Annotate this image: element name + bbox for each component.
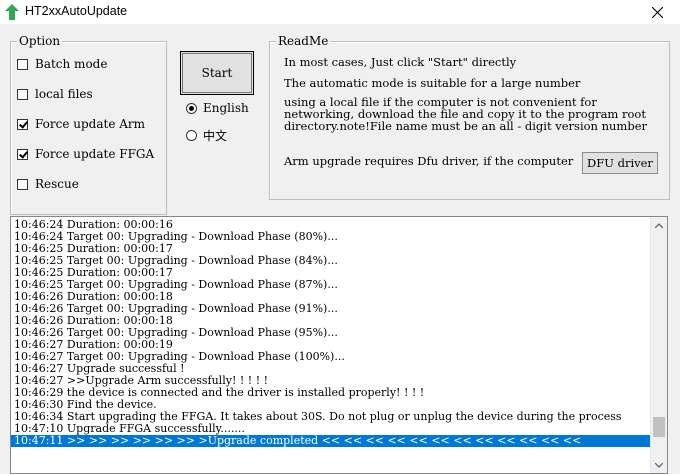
- radio-label: English: [203, 101, 249, 115]
- radio-dot: [186, 102, 197, 114]
- log-line[interactable]: 10:46:25 Target 00: Upgrading - Download…: [11, 255, 651, 267]
- readme-line: The automatic mode is suitable for a lar…: [284, 76, 581, 90]
- scroll-thumb[interactable]: [653, 417, 665, 437]
- chinese-radio[interactable]: 中文: [186, 127, 227, 143]
- log-list[interactable]: 10:46:24 Duration: 00:00:16 10:46:24 Tar…: [10, 216, 668, 474]
- log-line[interactable]: 10:47:10 Upgrade FFGA successfully......…: [11, 423, 651, 435]
- rescue-checkbox[interactable]: Rescue: [17, 176, 79, 192]
- force-update-ffga-checkbox[interactable]: Force update FFGA: [17, 146, 154, 162]
- chevron-down-icon: [655, 462, 663, 468]
- log-line[interactable]: 10:46:25 Target 00: Upgrading - Download…: [11, 279, 651, 291]
- checkbox-box: [17, 88, 28, 100]
- vertical-scrollbar[interactable]: [650, 217, 667, 473]
- log-line[interactable]: 10:46:26 Duration: 00:00:18: [11, 291, 651, 303]
- log-line[interactable]: 10:46:26 Duration: 00:00:18: [11, 315, 651, 327]
- force-update-arm-checkbox[interactable]: Force update Arm: [17, 116, 145, 132]
- checkbox-label: Force update Arm: [35, 117, 146, 131]
- checkbox-label: Batch mode: [35, 57, 108, 71]
- readme-line: In most cases, Just click "Start" direct…: [284, 55, 517, 69]
- readme-line: Arm upgrade requires Dfu driver, if the …: [284, 154, 574, 168]
- log-line[interactable]: 10:46:30 Find the device.: [11, 399, 651, 411]
- close-icon: [651, 6, 663, 18]
- log-line[interactable]: 10:46:27 Duration: 00:00:19: [11, 339, 651, 351]
- radio-label: 中文: [203, 128, 228, 143]
- batch-mode-checkbox[interactable]: Batch mode: [17, 56, 107, 72]
- readme-line: directory.note!File name must be an all …: [284, 119, 647, 133]
- local-files-checkbox[interactable]: local files: [17, 86, 93, 102]
- checkbox-label: Force update FFGA: [35, 147, 155, 161]
- start-button[interactable]: Start: [180, 51, 254, 95]
- window-title: HT2xxAutoUpdate: [25, 4, 128, 18]
- close-button[interactable]: [634, 0, 680, 24]
- radio-dot: [186, 129, 197, 141]
- scroll-up-button[interactable]: [651, 217, 667, 233]
- checkbox-box: [17, 118, 28, 130]
- log-line[interactable]: 10:46:27 >>Upgrade Arm successfully! ! !…: [11, 375, 651, 387]
- scroll-down-button[interactable]: [651, 457, 667, 473]
- up-arrow-icon: [5, 4, 19, 20]
- checkbox-box: [17, 178, 28, 190]
- main-panel: Option Batch mode local files Force upda…: [0, 24, 680, 474]
- log-line[interactable]: 10:46:25 Duration: 00:00:17: [11, 267, 651, 279]
- log-line[interactable]: 10:46:29 the device is connected and the…: [11, 387, 651, 399]
- checkbox-box: [17, 58, 28, 70]
- english-radio[interactable]: English: [186, 100, 249, 116]
- log-line[interactable]: 10:46:25 Duration: 00:00:17: [11, 243, 651, 255]
- log-line[interactable]: 10:46:27 Target 00: Upgrading - Download…: [11, 351, 651, 363]
- checkbox-label: local files: [35, 87, 93, 101]
- option-group: Option Batch mode local files Force upda…: [10, 34, 167, 215]
- log-line[interactable]: 10:46:26 Target 00: Upgrading - Download…: [11, 303, 651, 315]
- log-line[interactable]: 10:46:26 Target 00: Upgrading - Download…: [11, 327, 651, 339]
- dfu-driver-button[interactable]: DFU driver: [582, 152, 658, 174]
- title-bar: HT2xxAutoUpdate: [0, 0, 680, 24]
- log-line[interactable]: 10:46:24 Duration: 00:00:16: [11, 219, 651, 231]
- log-line[interactable]: 10:46:24 Target 00: Upgrading - Download…: [11, 231, 651, 243]
- chevron-up-icon: [655, 222, 663, 228]
- checkbox-label: Rescue: [35, 177, 79, 191]
- checkbox-box: [17, 148, 28, 160]
- log-lines: 10:46:24 Duration: 00:00:16 10:46:24 Tar…: [11, 219, 651, 447]
- log-line[interactable]: 10:46:27 Upgrade successful !: [11, 363, 651, 375]
- log-line[interactable]: 10:46:34 Start upgrading the FFGA. It ta…: [11, 411, 651, 423]
- option-legend: Option: [17, 34, 63, 48]
- readme-legend: ReadMe: [276, 34, 331, 48]
- readme-group: ReadMe In most cases, Just click "Start"…: [269, 34, 670, 200]
- log-line-selected[interactable]: 10:47:11 >> >> >> >> >> >> >Upgrade comp…: [11, 435, 651, 447]
